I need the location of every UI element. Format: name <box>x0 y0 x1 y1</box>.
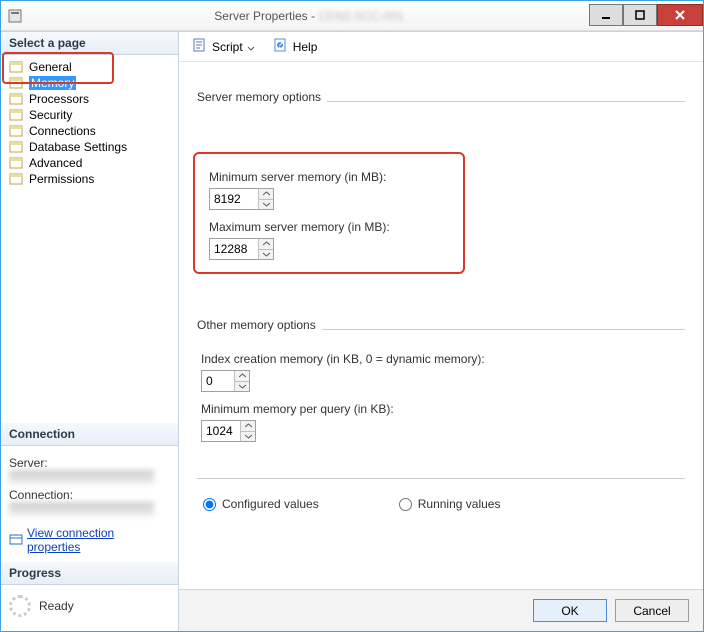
spin-up-icon[interactable] <box>259 239 273 250</box>
toolbar: Script ? Help <box>179 32 703 62</box>
help-button[interactable]: ? Help <box>266 33 325 60</box>
index-memory-input[interactable] <box>202 371 234 391</box>
server-properties-dialog: Server Properties - CEN2-SCC-001 Select … <box>0 0 704 632</box>
connection-icon <box>9 532 23 549</box>
minimize-button[interactable] <box>589 4 623 26</box>
server-value <box>9 470 154 484</box>
max-memory-spinner[interactable] <box>209 238 274 260</box>
page-icon <box>9 124 25 138</box>
script-icon <box>192 37 208 56</box>
server-memory-group: Server memory options <box>197 90 685 104</box>
window-title: Server Properties - CEN2-SCC-001 <box>29 9 589 23</box>
min-memory-label: Minimum server memory (in MB): <box>209 170 449 184</box>
progress-status: Ready <box>39 599 74 613</box>
min-query-label: Minimum memory per query (in KB): <box>201 402 681 416</box>
page-item-memory[interactable]: Memory <box>5 75 178 91</box>
index-memory-label: Index creation memory (in KB, 0 = dynami… <box>201 352 681 366</box>
spin-down-icon[interactable] <box>241 432 255 442</box>
progress-header: Progress <box>1 562 178 585</box>
ok-button[interactable]: OK <box>533 599 607 622</box>
max-memory-label: Maximum server memory (in MB): <box>209 220 449 234</box>
max-memory-input[interactable] <box>210 239 258 259</box>
server-label: Server: <box>9 456 170 470</box>
right-panel: Script ? Help Server memory options Mini… <box>179 32 703 631</box>
progress-panel: Ready <box>1 585 178 631</box>
spin-up-icon[interactable] <box>241 421 255 432</box>
configured-values-radio[interactable]: Configured values <box>203 497 319 511</box>
close-button[interactable] <box>657 4 703 26</box>
connection-label: Connection: <box>9 488 170 502</box>
view-connection-properties-link[interactable]: View connection properties <box>9 526 170 554</box>
other-memory-group: Other memory options <box>197 318 685 332</box>
left-panel: Select a page General Memory Processors … <box>1 32 179 631</box>
min-query-input[interactable] <box>202 421 240 441</box>
page-icon <box>9 108 25 122</box>
spin-up-icon[interactable] <box>259 189 273 200</box>
spin-down-icon[interactable] <box>259 200 273 210</box>
svg-text:?: ? <box>276 37 283 51</box>
memory-values-highlight: Minimum server memory (in MB): Maximum s… <box>193 152 465 274</box>
spin-down-icon[interactable] <box>235 382 249 392</box>
spin-up-icon[interactable] <box>235 371 249 382</box>
spin-down-icon[interactable] <box>259 250 273 260</box>
script-button[interactable]: Script <box>185 33 264 60</box>
memory-form: Server memory options Minimum server mem… <box>179 62 703 589</box>
page-item-security[interactable]: Security <box>5 107 178 123</box>
page-item-database-settings[interactable]: Database Settings <box>5 139 178 155</box>
page-icon <box>9 156 25 170</box>
connection-value <box>9 502 154 516</box>
titlebar[interactable]: Server Properties - CEN2-SCC-001 <box>1 1 703 31</box>
min-query-spinner[interactable] <box>201 420 256 442</box>
dialog-footer: OK Cancel <box>179 589 703 631</box>
index-memory-spinner[interactable] <box>201 370 250 392</box>
page-icon <box>9 140 25 154</box>
page-item-advanced[interactable]: Advanced <box>5 155 178 171</box>
help-icon: ? <box>273 37 289 56</box>
connection-panel: Server: Connection: View connection prop… <box>1 446 178 562</box>
dropdown-icon[interactable] <box>247 42 257 52</box>
page-list: General Memory Processors Security Conne… <box>1 55 178 195</box>
running-values-radio[interactable]: Running values <box>399 497 501 511</box>
page-item-connections[interactable]: Connections <box>5 123 178 139</box>
page-icon <box>9 60 25 74</box>
select-page-header: Select a page <box>1 32 178 55</box>
page-item-permissions[interactable]: Permissions <box>5 171 178 187</box>
page-icon <box>9 76 25 90</box>
page-item-general[interactable]: General <box>5 59 178 75</box>
page-item-processors[interactable]: Processors <box>5 91 178 107</box>
min-memory-spinner[interactable] <box>209 188 274 210</box>
cancel-button[interactable]: Cancel <box>615 599 689 622</box>
progress-spinner-icon <box>9 595 31 617</box>
connection-header: Connection <box>1 423 178 446</box>
min-memory-input[interactable] <box>210 189 258 209</box>
maximize-button[interactable] <box>623 4 657 26</box>
app-icon <box>7 8 23 24</box>
page-icon <box>9 92 25 106</box>
page-icon <box>9 172 25 186</box>
